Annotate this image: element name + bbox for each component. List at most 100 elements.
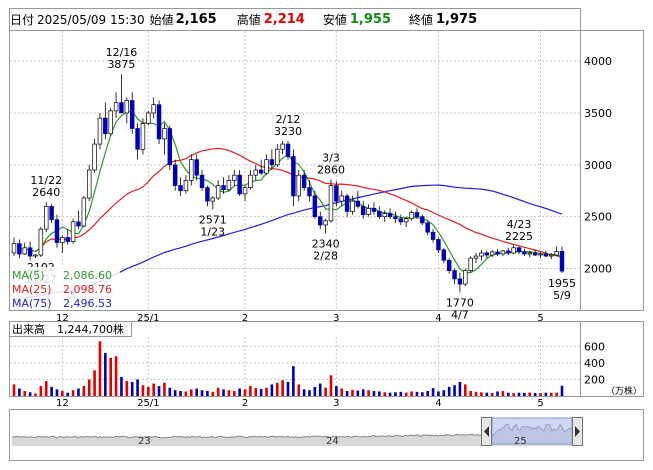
candle-body xyxy=(280,143,285,150)
candle xyxy=(242,185,248,202)
volume-x-tick-label: 2 xyxy=(242,398,248,409)
overview-label-24: 24 xyxy=(326,436,339,447)
candle xyxy=(387,208,393,219)
volume-bar xyxy=(345,391,349,396)
candles-group xyxy=(11,74,565,293)
volume-bar xyxy=(232,391,236,396)
candle-body xyxy=(463,270,468,285)
candle xyxy=(468,256,473,273)
candle xyxy=(360,201,366,219)
candle xyxy=(140,118,146,155)
candle-body xyxy=(210,197,216,202)
candle-body xyxy=(183,180,189,192)
volume-bar xyxy=(555,392,558,396)
candle-body xyxy=(140,122,146,150)
volume-bar xyxy=(184,391,188,396)
candle xyxy=(172,159,178,191)
candle-body xyxy=(86,169,92,199)
candle-body xyxy=(307,187,312,197)
volume-bar xyxy=(474,391,478,396)
overview-navigator[interactable]: 23 24 25 xyxy=(9,409,644,461)
overview-selection[interactable] xyxy=(491,417,573,445)
volume-bar xyxy=(254,388,258,396)
candle-body xyxy=(17,243,22,255)
candle-body xyxy=(275,148,280,166)
volume-bar xyxy=(372,391,376,396)
candle xyxy=(436,237,441,253)
volume-bar xyxy=(469,391,472,396)
volume-bar xyxy=(318,383,322,396)
candle-body xyxy=(516,247,522,253)
annotation-price: 2225 xyxy=(505,230,533,243)
candle xyxy=(44,202,49,233)
candle xyxy=(441,247,447,264)
candle xyxy=(554,246,559,257)
candle-body xyxy=(194,159,199,176)
annotation-price: 2860 xyxy=(317,163,345,176)
candle-body xyxy=(425,222,430,233)
volume-bar xyxy=(141,385,145,396)
volume-bar xyxy=(152,383,155,396)
candle xyxy=(194,154,199,181)
volume-y-tick-label: 400 xyxy=(584,357,605,370)
candle-body xyxy=(54,219,60,243)
candle xyxy=(135,123,140,160)
volume-bar xyxy=(463,384,467,396)
legend-ma75-label: MA(75) xyxy=(12,297,52,310)
volume-bar xyxy=(453,385,456,396)
candle xyxy=(420,214,425,225)
price-y-tick-label: 4000 xyxy=(584,55,612,68)
candle-body xyxy=(436,239,441,251)
candle-body xyxy=(527,252,532,255)
candle-body xyxy=(119,102,124,114)
volume-bar xyxy=(77,388,80,396)
candle xyxy=(479,249,484,261)
price-x-tick-label: 12 xyxy=(56,313,69,324)
candle xyxy=(457,272,463,293)
legend-ma5-label: MA(5) xyxy=(12,269,45,282)
candle xyxy=(253,164,258,181)
candle-body xyxy=(301,174,307,188)
volume-bar xyxy=(130,381,134,396)
candle xyxy=(446,258,452,274)
volume-bar xyxy=(206,391,209,396)
volume-bar xyxy=(415,391,419,396)
candle-body xyxy=(269,159,275,166)
candle xyxy=(92,138,97,174)
candle-body xyxy=(554,251,559,256)
candle-body xyxy=(76,221,81,227)
volume-bar xyxy=(216,387,220,396)
candle xyxy=(76,210,81,230)
volume-bar xyxy=(147,386,150,396)
candle-body xyxy=(489,251,495,256)
volume-bar xyxy=(313,386,317,396)
candle-body xyxy=(334,185,339,202)
volume-bar xyxy=(378,391,381,396)
candle-body xyxy=(409,212,414,220)
volume-x-ticks: 12 25/1 2 3 4 5 xyxy=(56,398,544,409)
candle xyxy=(97,112,103,150)
candle-body xyxy=(285,143,291,157)
candle-body xyxy=(398,218,404,223)
legend-ma5-value: 2,086.60 xyxy=(63,269,112,282)
volume-bar xyxy=(410,391,413,396)
candle xyxy=(70,218,76,244)
candle-body xyxy=(430,231,436,240)
overview-label-23: 23 xyxy=(138,436,151,447)
price-x-tick-label: 2 xyxy=(242,313,248,324)
volume-y-tick-label: 200 xyxy=(584,373,605,386)
volume-bar xyxy=(539,393,542,396)
volume-bar xyxy=(361,389,365,396)
volume-bar xyxy=(50,386,53,396)
candle xyxy=(473,252,479,264)
volume-header-value: 1,244,700株 xyxy=(57,322,124,336)
volume-bar xyxy=(447,386,451,396)
candle-body xyxy=(473,255,479,259)
candle xyxy=(237,170,242,196)
candle-body xyxy=(178,185,183,192)
volume-bar xyxy=(485,392,489,396)
volume-bar xyxy=(173,390,177,396)
candle xyxy=(38,227,44,258)
candle xyxy=(318,211,323,230)
candle xyxy=(113,92,119,119)
